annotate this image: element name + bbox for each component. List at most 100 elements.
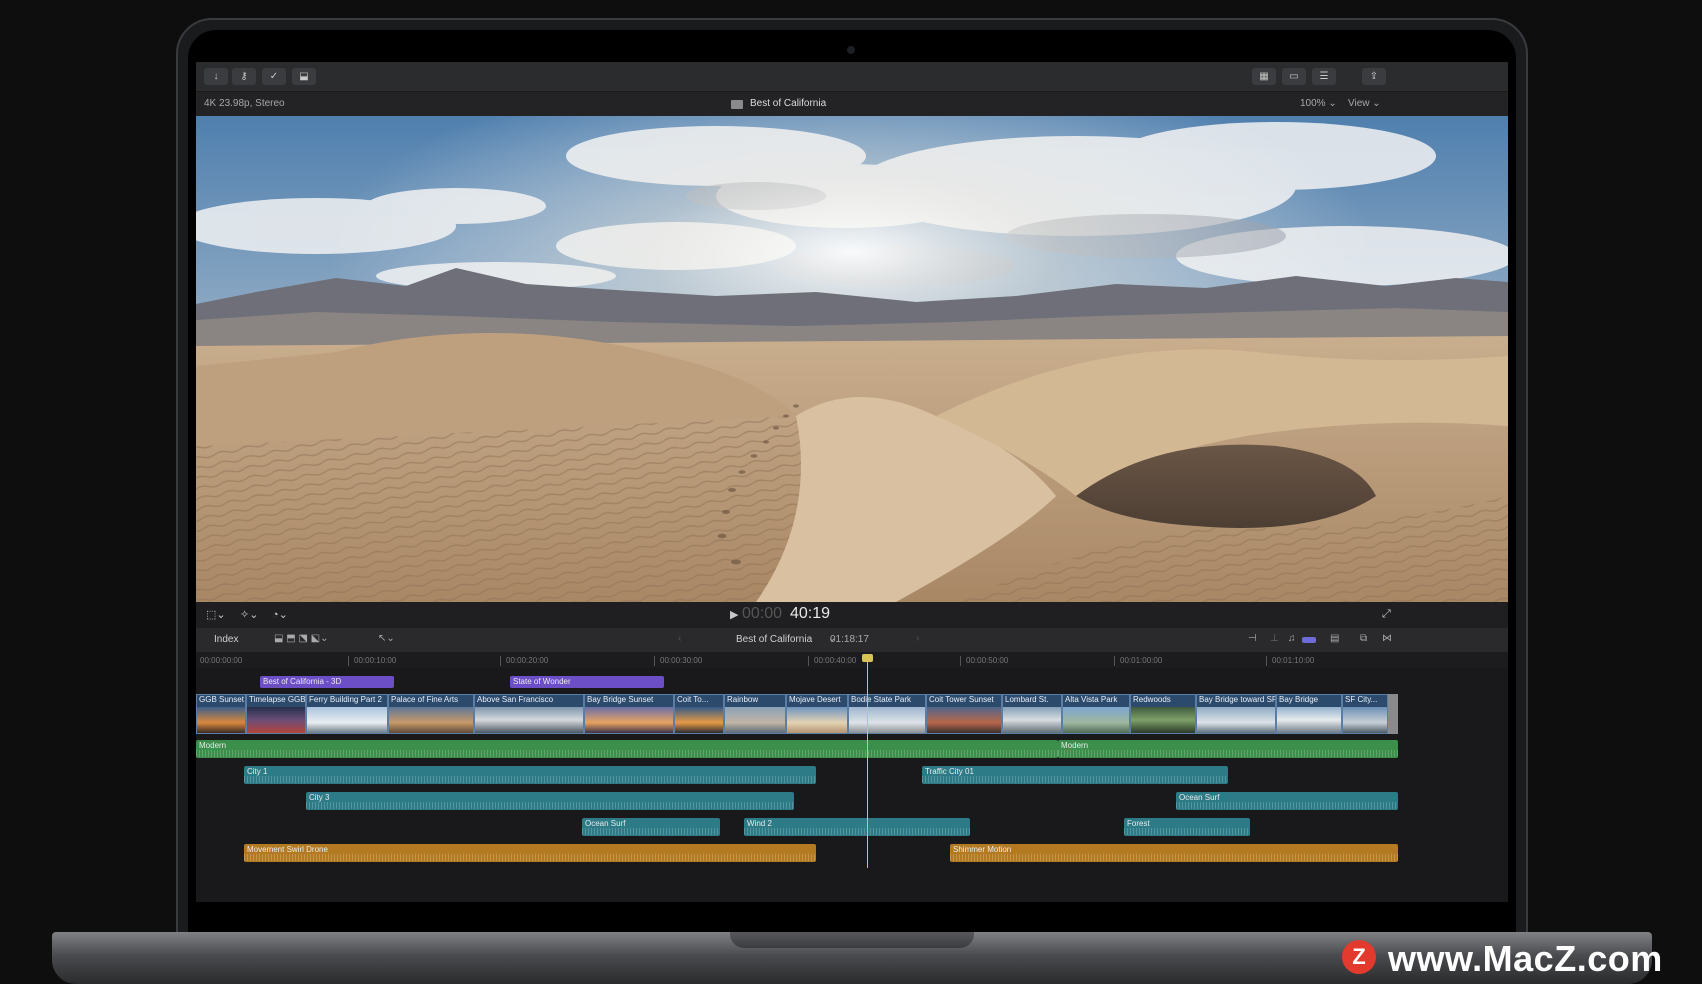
browser-grid-icon[interactable]: ▦ [1252, 68, 1276, 85]
ruler-tick: 00:01:00:00 [1120, 656, 1163, 665]
video-clip[interactable]: Rainbow [724, 694, 786, 734]
playhead[interactable] [867, 660, 868, 868]
camera-icon [847, 46, 855, 54]
clip-label: Modern [1061, 741, 1089, 750]
clip-end-marker [1388, 694, 1398, 734]
forward-arrow-icon[interactable]: › [916, 633, 919, 644]
ruler-tick: 00:00:20:00 [506, 656, 549, 665]
macbook-scene: ↓ ⚷ ✓ ⬓ ▦ ▭ ☰ ⇪ 4K 23.98p, Stereo Best o… [0, 0, 1702, 984]
video-clip[interactable]: Bay Bridge Sunset [584, 694, 674, 734]
check-circle-icon[interactable]: ✓ [262, 68, 286, 85]
back-arrow-icon[interactable]: ‹ [678, 633, 681, 644]
video-clip[interactable]: Bodie State Park [848, 694, 926, 734]
fullscreen-icon[interactable]: ⤢ [1382, 608, 1391, 621]
skimming-icon[interactable]: ⊣ [1248, 633, 1257, 644]
zoom-value: 100% [1300, 98, 1326, 109]
title-clip[interactable]: Best of California - 3D [260, 676, 394, 688]
audio-clip[interactable]: Ocean Surf [1176, 792, 1398, 810]
video-viewer[interactable] [196, 116, 1508, 602]
timeline-project-name[interactable]: Best of California [736, 634, 812, 645]
clip-label: Ocean Surf [585, 819, 626, 828]
music-clip[interactable]: Modern [196, 740, 1058, 758]
clip-label: Bay Bridge [1279, 695, 1319, 704]
solo-icon[interactable] [1302, 637, 1316, 643]
clip-label: Timelapse GGB [249, 695, 306, 704]
zoom-dropdown[interactable]: 100% ⌄ [1300, 98, 1337, 109]
app-toolbar: ↓ ⚷ ✓ ⬓ ▦ ▭ ☰ ⇪ [196, 62, 1508, 92]
clip-label: City 1 [247, 767, 268, 776]
clip-label: Ferry Building Part 2 [309, 695, 382, 704]
audio-clip[interactable]: Forest [1124, 818, 1250, 836]
title-clip[interactable]: State of Wonder [510, 676, 664, 688]
clip-label: Traffic City 01 [925, 767, 974, 776]
sound-effect-clip[interactable]: Movement Swirl Drone [244, 844, 816, 862]
effects-browser-icon[interactable]: ⧉ [1360, 633, 1367, 644]
timeline-view-icon[interactable]: ▭ [1282, 68, 1306, 85]
music-clip[interactable]: Modern [1058, 740, 1398, 758]
clip-label: Bodie State Park [851, 695, 912, 704]
enhance-icon[interactable]: ✧⌄ [240, 608, 258, 621]
clip-label: Coit Tower Sunset [929, 695, 994, 704]
audio-clip[interactable]: City 3 [306, 792, 794, 810]
video-clip[interactable]: SF City... [1342, 694, 1388, 734]
download-icon[interactable]: ↓ [204, 68, 228, 85]
video-clip[interactable]: Bay Bridge [1276, 694, 1342, 734]
clip-label: Alta Vista Park [1065, 695, 1118, 704]
play-button[interactable]: ▶ [730, 608, 738, 621]
format-label: 4K 23.98p, Stereo [204, 98, 285, 109]
video-clip[interactable]: Alta Vista Park [1062, 694, 1130, 734]
clip-label: Modern [199, 741, 227, 750]
ruler-tick: 00:00:40:00 [814, 656, 857, 665]
transport-bar: ⬚⌄ ✧⌄ ◔⌄ ▶ 00:00 40:19 ⤢ [196, 602, 1508, 628]
ruler-tick: 00:01:10:00 [1272, 656, 1315, 665]
watermark-text: www.MacZ.com [1388, 938, 1663, 979]
transitions-icon[interactable]: ⋈ [1382, 633, 1392, 644]
audio-clip[interactable]: Ocean Surf [582, 818, 720, 836]
video-clip[interactable]: Coit To... [674, 694, 724, 734]
clip-label: Bay Bridge Sunset [587, 695, 654, 704]
viewer-info-bar: 4K 23.98p, Stereo Best of California 100… [196, 92, 1508, 116]
crop-tool-icon[interactable]: ⬚⌄ [206, 608, 226, 621]
video-clip[interactable]: Redwoods [1130, 694, 1196, 734]
final-cut-pro-window: ↓ ⚷ ✓ ⬓ ▦ ▭ ☰ ⇪ 4K 23.98p, Stereo Best o… [196, 62, 1508, 902]
headphones-icon[interactable]: ♫ [1288, 633, 1296, 644]
ruler-tick: 00:00:00:00 [200, 656, 243, 665]
video-clip[interactable]: Bay Bridge toward SF [1196, 694, 1276, 734]
share-icon[interactable]: ⇪ [1362, 68, 1386, 85]
timeline-ruler[interactable]: 00:00:00:00 00:00:10:00 00:00:20:00 00:0… [196, 652, 1508, 668]
clip-appearance-icon[interactable]: ▤ [1330, 633, 1339, 644]
video-clip[interactable]: Palace of Fine Arts [388, 694, 474, 734]
clip-label: Above San Francisco [477, 695, 554, 704]
video-clip[interactable]: Ferry Building Part 2 [306, 694, 388, 734]
index-button[interactable]: Index [214, 634, 238, 645]
snapping-icon[interactable]: ⊥ [1270, 633, 1279, 644]
clip-label: Forest [1127, 819, 1150, 828]
view-label: View [1348, 98, 1370, 109]
z-logo-icon: Z [1342, 940, 1376, 974]
clip-label: Ocean Surf [1179, 793, 1220, 802]
select-tool-icon[interactable]: ↖⌄ [378, 633, 395, 644]
connect-clip-icon[interactable]: ⬓ ⬒ ⬔ ⬕⌄ [274, 633, 329, 644]
sound-effect-clip[interactable]: Shimmer Motion [950, 844, 1398, 862]
clip-label: Shimmer Motion [953, 845, 1012, 854]
key-icon[interactable]: ⚷ [232, 68, 256, 85]
timeline-area[interactable]: Best of California - 3D State of Wonder … [196, 668, 1508, 902]
audio-clip[interactable]: Traffic City 01 [922, 766, 1228, 784]
watermark: Z www.MacZ.com [1342, 936, 1682, 979]
video-clip[interactable]: Timelapse GGB [246, 694, 306, 734]
clip-label: Movement Swirl Drone [247, 845, 328, 854]
clip-label: Palace of Fine Arts [391, 695, 459, 704]
tag-icon[interactable]: ⬓ [292, 68, 316, 85]
video-clip[interactable]: Lombard St. [1002, 694, 1062, 734]
timecode-dim: 00:00 [742, 605, 783, 622]
video-clip[interactable]: Mojave Desert [786, 694, 848, 734]
video-clip[interactable]: Coit Tower Sunset [926, 694, 1002, 734]
video-clip[interactable]: Above San Francisco [474, 694, 584, 734]
speed-icon[interactable]: ◔⌄ [272, 608, 288, 621]
audio-clip[interactable]: City 1 [244, 766, 816, 784]
video-clip[interactable]: GGB Sunset [196, 694, 246, 734]
project-duration: 01:18:17 [830, 634, 869, 645]
view-dropdown[interactable]: View ⌄ [1348, 98, 1381, 109]
inspector-icon[interactable]: ☰ [1312, 68, 1336, 85]
audio-clip[interactable]: Wind 2 [744, 818, 970, 836]
